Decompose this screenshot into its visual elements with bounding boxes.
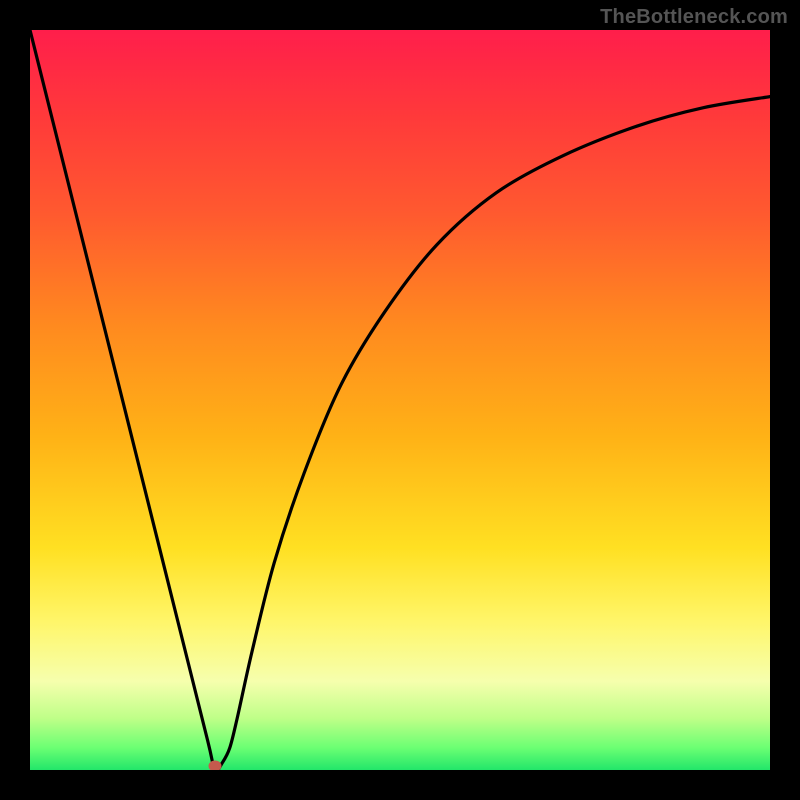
bottleneck-curve bbox=[30, 30, 770, 770]
plot-area bbox=[30, 30, 770, 770]
chart-frame: TheBottleneck.com bbox=[0, 0, 800, 800]
curve-svg bbox=[30, 30, 770, 770]
minimum-marker bbox=[209, 761, 222, 771]
watermark-text: TheBottleneck.com bbox=[600, 6, 788, 29]
